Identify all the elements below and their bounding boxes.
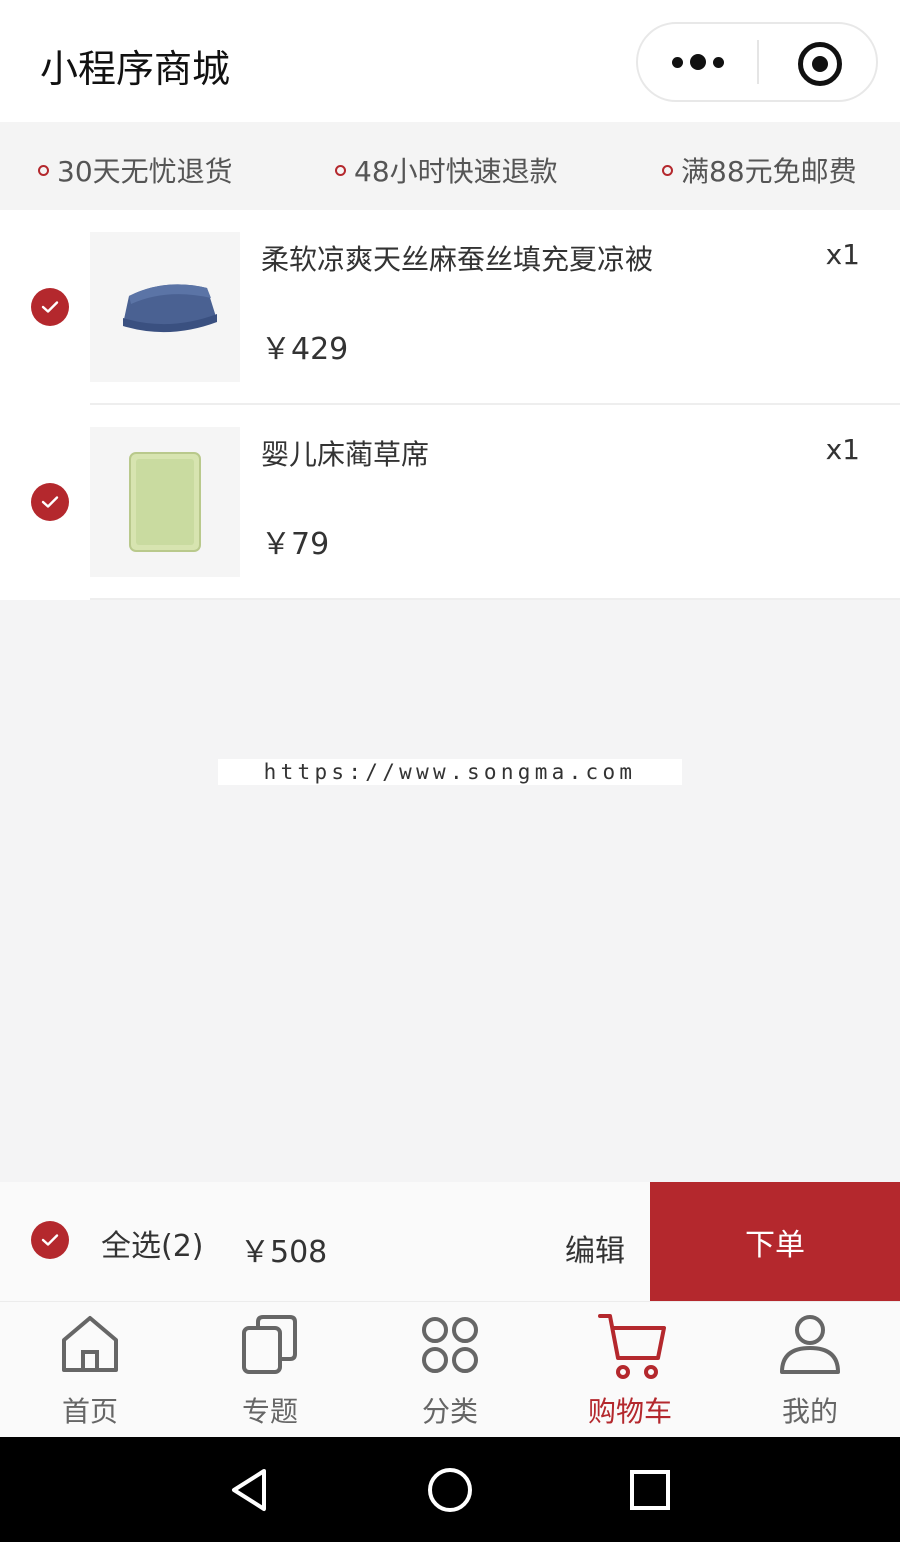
total-price: ￥508: [240, 1235, 328, 1270]
system-nav-bar: [0, 1437, 900, 1542]
recent-apps-icon[interactable]: [628, 1468, 672, 1512]
promo-text: 48小时快速退款: [354, 155, 558, 188]
home-icon: [62, 1316, 118, 1372]
edit-button[interactable]: 编辑: [565, 1226, 625, 1270]
checkmark-icon[interactable]: [31, 288, 69, 326]
product-name[interactable]: 柔软凉爽天丝麻蚕丝填充夏凉被: [261, 238, 653, 278]
tab-label: 首页: [61, 1395, 118, 1428]
bullet-icon: [662, 164, 673, 176]
promo-text: 满88元免邮费: [681, 155, 857, 188]
cart-item[interactable]: 柔软凉爽天丝麻蚕丝填充夏凉被 x1 ￥429: [0, 210, 900, 405]
product-quantity: x1: [825, 433, 860, 466]
product-name[interactable]: 婴儿床蔺草席: [261, 433, 429, 473]
checkmark-icon[interactable]: [31, 483, 69, 521]
tab-topics[interactable]: 专题: [180, 1302, 360, 1438]
checkout-bar: 全选(2) ￥508 编辑 下单: [0, 1182, 900, 1301]
cart-icon: [598, 1314, 666, 1379]
tab-home[interactable]: 首页: [0, 1302, 180, 1438]
target-circle-icon[interactable]: [798, 42, 842, 86]
tab-label: 购物车: [587, 1395, 672, 1428]
user-icon: [780, 1315, 840, 1374]
watermark-url: https://www.songma.com: [218, 759, 682, 785]
app-header: 小程序商城: [0, 0, 900, 122]
more-dots-icon[interactable]: [638, 24, 758, 100]
select-all-checkmark-icon[interactable]: [31, 1221, 69, 1259]
promo-item: 满88元免邮费: [662, 150, 857, 190]
tab-label: 我的: [781, 1395, 838, 1428]
promo-item: 30天无忧退货: [38, 150, 233, 190]
bullet-icon: [38, 164, 49, 176]
product-image-mat[interactable]: [90, 427, 240, 577]
tab-category[interactable]: 分类: [360, 1302, 540, 1438]
promo-text: 30天无忧退货: [57, 155, 233, 188]
product-price: ￥429: [261, 332, 349, 367]
promo-bar: 30天无忧退货 48小时快速退款 满88元免邮费: [0, 122, 900, 210]
product-image-quilt[interactable]: [90, 232, 240, 382]
product-price: ￥79: [261, 527, 330, 562]
bullet-icon: [335, 164, 346, 176]
page-title: 小程序商城: [40, 47, 231, 91]
cart-item[interactable]: 婴儿床蔺草席 x1 ￥79: [0, 405, 900, 600]
tab-profile[interactable]: 我的: [720, 1302, 900, 1438]
select-all-label[interactable]: 全选(2): [101, 1221, 204, 1265]
item-divider: [90, 598, 900, 600]
tab-label: 分类: [421, 1395, 478, 1428]
capsule-divider: [757, 40, 759, 84]
copy-icon: [242, 1315, 297, 1374]
product-quantity: x1: [825, 238, 860, 271]
menu-capsule: [636, 22, 878, 102]
place-order-button[interactable]: 下单: [650, 1182, 900, 1301]
home-circle-icon[interactable]: [426, 1466, 474, 1514]
promo-item: 48小时快速退款: [335, 150, 558, 190]
back-icon[interactable]: [226, 1467, 272, 1513]
cart-list: 柔软凉爽天丝麻蚕丝填充夏凉被 x1 ￥429 婴儿床蔺草席 x1 ￥79: [0, 210, 900, 600]
tab-bar: 首页 专题 分类 购物车 我的: [0, 1301, 900, 1437]
grid-circles-icon: [422, 1317, 478, 1373]
tab-cart[interactable]: 购物车: [540, 1302, 720, 1438]
tab-label: 专题: [241, 1395, 298, 1428]
